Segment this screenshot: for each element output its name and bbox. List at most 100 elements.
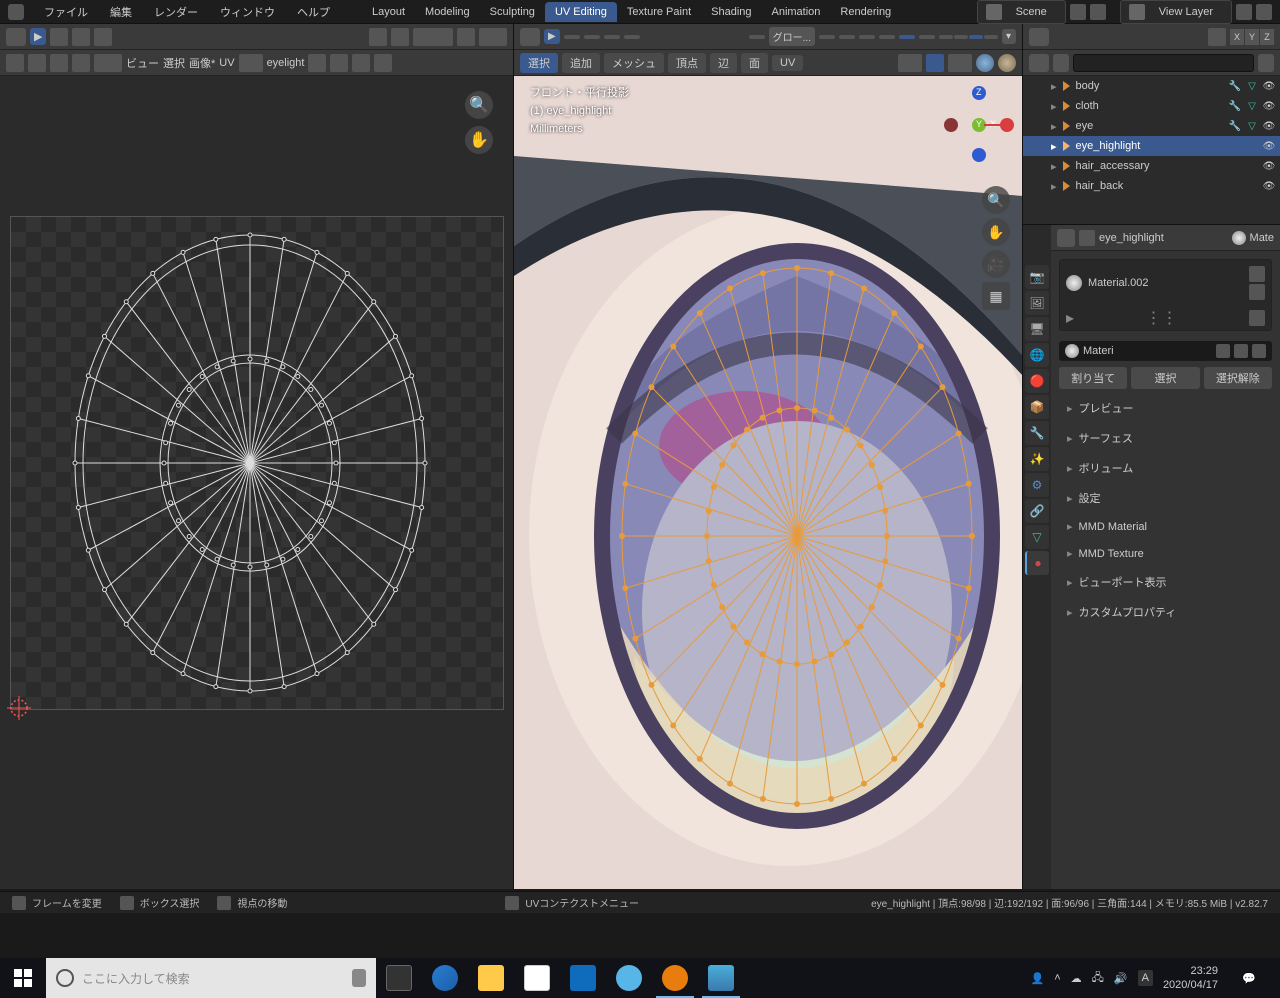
camera-3d-icon[interactable]: 🎥 [982,250,1010,278]
falloff-icon[interactable] [479,28,507,46]
scale-tool-icon[interactable] [624,35,640,39]
menu-render[interactable]: レンダー [144,1,208,23]
sel-vertex-icon[interactable] [28,54,46,72]
visibility-eye-icon[interactable]: 👁 [1262,121,1276,132]
panel-mmd-texture[interactable]: MMD Texture [1059,542,1272,565]
outliner-item-eye[interactable]: ▸ eye 🔧▽👁 [1023,116,1280,136]
menu-edge[interactable]: 辺 [710,53,737,73]
shading-4-icon[interactable] [984,35,998,39]
transform-dropdown[interactable]: グロー... [769,27,815,46]
zoom-3d-icon[interactable]: 🔍 [982,186,1010,214]
menu-window[interactable]: ウィンドウ [210,1,285,23]
tab-sculpting[interactable]: Sculpting [480,2,545,22]
menu-select[interactable]: 選択 [163,55,185,71]
shading-wire-icon[interactable] [919,35,935,39]
breadcrumb-material[interactable]: Mate [1250,232,1274,244]
axis-y-icon[interactable]: Y [1245,29,1259,45]
select-button[interactable]: 選択 [1131,367,1199,389]
proportional-icon[interactable] [457,28,475,46]
view-layer-selector[interactable]: View Layer [1120,0,1232,24]
blender-logo-icon[interactable] [8,4,24,20]
tab-modeling[interactable]: Modeling [415,2,480,22]
tab-render-icon[interactable]: 📷 [1025,265,1049,289]
material-name-field[interactable]: Materi [1059,341,1272,361]
select-all-icon[interactable] [50,28,68,46]
cursor-tool-button[interactable]: ▶ [30,28,46,45]
tab-constraint-icon[interactable]: 🔗 [1025,499,1049,523]
add-slot-icon[interactable] [1249,266,1265,282]
menu-help[interactable]: ヘルプ [287,1,340,23]
tab-scene-icon[interactable]: 🌐 [1025,343,1049,367]
tab-output-icon[interactable]: 🖼 [1025,291,1049,315]
scene-close-icon[interactable] [1090,4,1106,20]
pivot-point-icon[interactable] [819,35,835,39]
outliner-item-body[interactable]: ▸ body 🔧▽👁 [1023,76,1280,96]
visibility-eye-icon[interactable]: 👁 [1262,161,1276,172]
tab-layout[interactable]: Layout [362,2,415,22]
photos-button[interactable] [698,958,744,998]
tab-object-icon[interactable]: 📦 [1025,395,1049,419]
new-image-icon[interactable] [330,54,348,72]
slot-menu-icon[interactable] [1249,310,1265,326]
menu-add[interactable]: 追加 [562,53,600,73]
axis-z-icon[interactable]: Z [1260,29,1274,45]
pan-icon[interactable]: ✋ [465,126,493,154]
start-button[interactable] [0,958,46,998]
viewport-editor-type-icon[interactable] [520,28,540,46]
viewlayer-close-icon[interactable] [1256,4,1272,20]
panel-custom-props[interactable]: カスタムプロパティ [1059,599,1272,625]
proportional-3d-icon[interactable] [859,35,875,39]
visibility-icon[interactable] [898,54,922,72]
menu-vertex[interactable]: 頂点 [668,53,706,73]
tray-chevron-icon[interactable]: ˄ [1054,972,1060,984]
image-name-field[interactable]: eyelight [267,57,305,69]
remove-slot-icon[interactable] [1249,284,1265,300]
shading-2-icon[interactable] [954,35,968,39]
shading-dropdown-icon[interactable]: ▾ [1002,29,1016,44]
tab-particle-icon[interactable]: ✨ [1025,447,1049,471]
fake-user-toggle-icon[interactable] [1216,344,1230,358]
scene-browse-icon[interactable] [1070,4,1086,20]
menu-uv[interactable]: UV [219,57,234,69]
ime-button[interactable]: A [1138,970,1153,986]
panel-mmd-material[interactable]: MMD Material [1059,515,1272,538]
tab-modifier-icon[interactable]: 🔧 [1025,421,1049,445]
outliner-search-input[interactable] [1073,54,1254,72]
new-material-icon[interactable] [1234,344,1248,358]
breadcrumb-object[interactable]: eye_highlight [1099,232,1164,244]
panel-surface[interactable]: サーフェス [1059,425,1272,451]
outliner-item-eye-highlight[interactable]: ▸ eye_highlight 👁 [1023,136,1280,156]
shading-3-icon[interactable] [969,35,983,39]
blender-button[interactable] [652,958,698,998]
gizmo-z-axis[interactable]: Z [972,86,986,100]
menu-mesh[interactable]: メッシュ [604,53,664,73]
grid-3d-icon[interactable]: ▦ [982,282,1010,310]
panel-settings[interactable]: 設定 [1059,485,1272,511]
outliner-filter-icon[interactable] [1258,54,1274,72]
tab-material-icon[interactable]: ● [1025,551,1049,575]
action-center-icon[interactable]: 💬 [1228,958,1270,998]
tab-world-icon[interactable]: 🔴 [1025,369,1049,393]
task-view-button[interactable] [376,958,422,998]
tab-animation[interactable]: Animation [762,2,831,22]
scene-selector[interactable]: Scene [977,0,1066,24]
menu-face[interactable]: 面 [741,53,768,73]
outliner-editor-icon[interactable] [1029,54,1049,72]
outliner-display-icon[interactable] [1053,54,1069,72]
outliner-item-hair-accessary[interactable]: ▸ hair_accessary 👁 [1023,156,1280,176]
vertex-group-icon[interactable]: ▽ [1245,81,1259,92]
menu-edit[interactable]: 編集 [100,1,142,23]
header-editor-icon[interactable] [1029,28,1049,46]
visibility-eye-icon[interactable]: 👁 [1262,181,1276,192]
menu-view[interactable]: ビュー [126,55,159,71]
tab-texture-paint[interactable]: Texture Paint [617,2,701,22]
visibility-eye-icon[interactable]: 👁 [1262,101,1276,112]
menu-file[interactable]: ファイル [34,1,98,23]
open-image-icon[interactable] [352,54,370,72]
tab-uv-editing[interactable]: UV Editing [545,2,617,22]
menu-select-3d[interactable]: 選択 [520,53,558,73]
panel-volume[interactable]: ボリューム [1059,455,1272,481]
overlays-icon[interactable] [879,35,895,39]
modifier-icon[interactable]: 🔧 [1228,121,1242,132]
material-slot-0[interactable]: Material.002 [1060,260,1271,306]
